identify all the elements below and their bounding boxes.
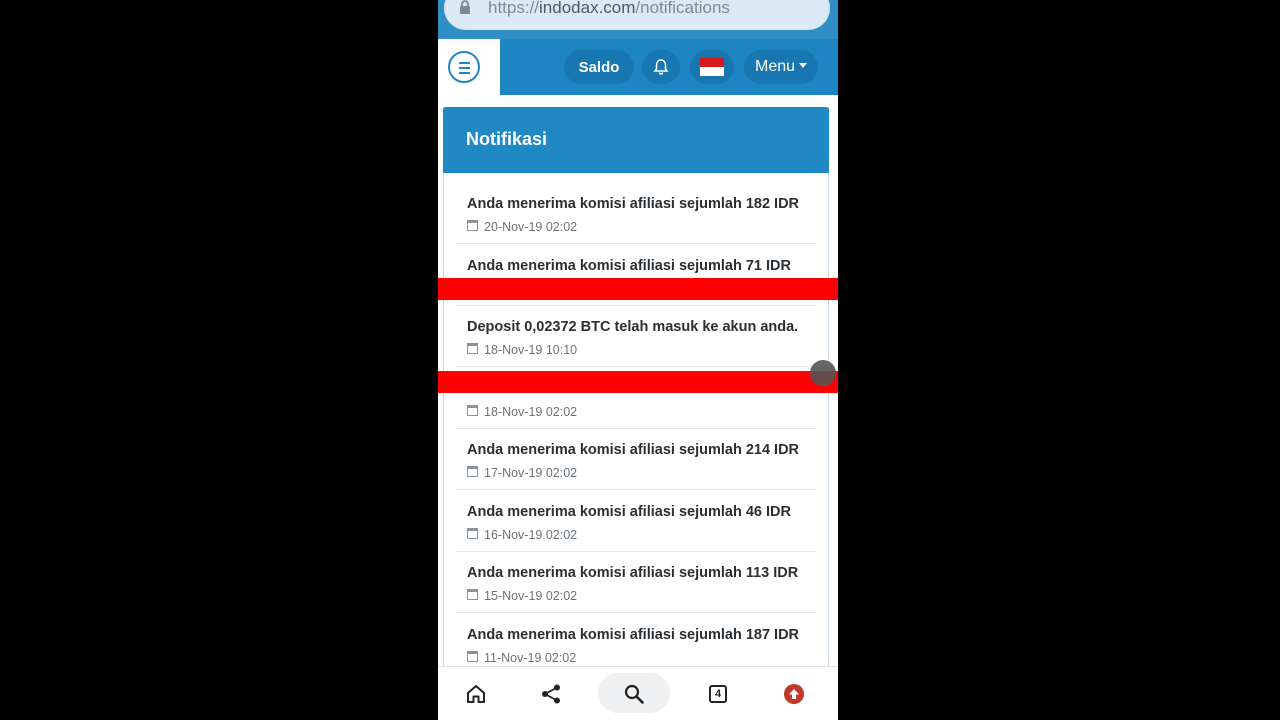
scroll-handle[interactable] <box>810 360 836 386</box>
notification-date: 15-Nov-19 02:02 <box>484 589 578 603</box>
notification-item[interactable]: Deposit 0,02372 BTC telah masuk ke akun … <box>456 305 816 367</box>
notification-item[interactable]: Anda menerima komisi afiliasi sejumlah 2… <box>456 428 816 490</box>
calendar-icon <box>467 220 478 231</box>
card-header: Notifikasi <box>443 107 829 173</box>
notification-date: 17-Nov-19 02:02 <box>484 466 578 480</box>
card-title: Notifikasi <box>466 129 548 149</box>
url-scheme: https:// <box>488 0 540 17</box>
notification-date: 18-Nov-19 10:10 <box>484 343 578 357</box>
upload-button[interactable] <box>774 675 814 713</box>
notification-date: 16-Nov-19 02:02 <box>484 528 578 542</box>
tabs-button[interactable]: 4 <box>698 675 738 713</box>
calendar-icon <box>467 405 478 416</box>
lock-icon <box>460 0 470 14</box>
search-icon <box>624 684 644 704</box>
redaction-bar <box>438 278 838 300</box>
search-button[interactable] <box>614 675 654 713</box>
calendar-icon <box>467 343 478 354</box>
notifications-card: Notifikasi Anda menerima komisi afiliasi… <box>443 107 829 708</box>
menu-dropdown-button[interactable]: Menu <box>744 50 818 84</box>
calendar-icon <box>467 466 478 477</box>
share-button[interactable] <box>531 675 571 713</box>
notification-message: Deposit 0,02372 BTC telah masuk ke akun … <box>467 319 799 335</box>
browser-bottom-nav: 4 <box>438 666 838 720</box>
notification-message: Anda menerima komisi afiliasi sejumlah 1… <box>467 627 800 643</box>
sidebar-toggle-tile <box>438 39 500 95</box>
tabs-count: 4 <box>714 688 722 700</box>
notification-date: 11-Nov-19 02:02 <box>484 651 577 665</box>
calendar-icon <box>467 651 478 662</box>
home-button[interactable] <box>456 675 496 713</box>
language-button[interactable] <box>690 50 734 84</box>
url-host: indodax.com <box>539 0 636 17</box>
notification-message: Anda menerima komisi afiliasi sejumlah 1… <box>467 196 800 212</box>
chevron-down-icon <box>799 62 808 68</box>
notification-message: Anda menerima komisi afiliasi sejumlah 1… <box>467 565 799 581</box>
phone-screen: https://indodax.com/notifications Saldo … <box>438 0 838 720</box>
indonesia-flag-icon <box>700 58 724 76</box>
notification-item[interactable]: Anda menerima komisi afiliasi sejumlah 4… <box>456 490 816 552</box>
calendar-icon <box>467 528 478 539</box>
notifications-button[interactable] <box>642 50 680 84</box>
share-icon <box>542 684 560 704</box>
calendar-icon <box>467 589 478 600</box>
upload-icon <box>784 684 804 704</box>
browser-url-bar: https://indodax.com/notifications <box>438 0 838 39</box>
tabs-icon: 4 <box>709 685 727 703</box>
notification-date: 20-Nov-19 02:02 <box>484 220 578 234</box>
notification-item[interactable]: Anda menerima komisi afiliasi sejumlah 1… <box>456 551 816 613</box>
notification-item[interactable]: Anda menerima komisi afiliasi sejumlah 1… <box>456 182 816 244</box>
app-header: Saldo Menu <box>438 39 838 95</box>
hamburger-icon[interactable] <box>448 51 480 83</box>
notification-date: 18-Nov-19 02:02 <box>484 405 578 419</box>
redaction-bar <box>438 371 838 393</box>
menu-label: Menu <box>754 58 796 75</box>
url-text: https://indodax.com/notifications <box>488 0 730 18</box>
url-path: /notifications <box>635 0 730 17</box>
notification-message: Anda menerima komisi afiliasi sejumlah 4… <box>467 504 791 520</box>
home-icon <box>467 685 485 703</box>
notification-message: Anda menerima komisi afiliasi sejumlah 7… <box>467 258 791 274</box>
bell-icon <box>653 59 669 75</box>
notification-message: Anda menerima komisi afiliasi sejumlah 2… <box>467 442 800 458</box>
saldo-button[interactable]: Saldo <box>564 50 634 84</box>
url-field[interactable]: https://indodax.com/notifications <box>444 0 830 30</box>
